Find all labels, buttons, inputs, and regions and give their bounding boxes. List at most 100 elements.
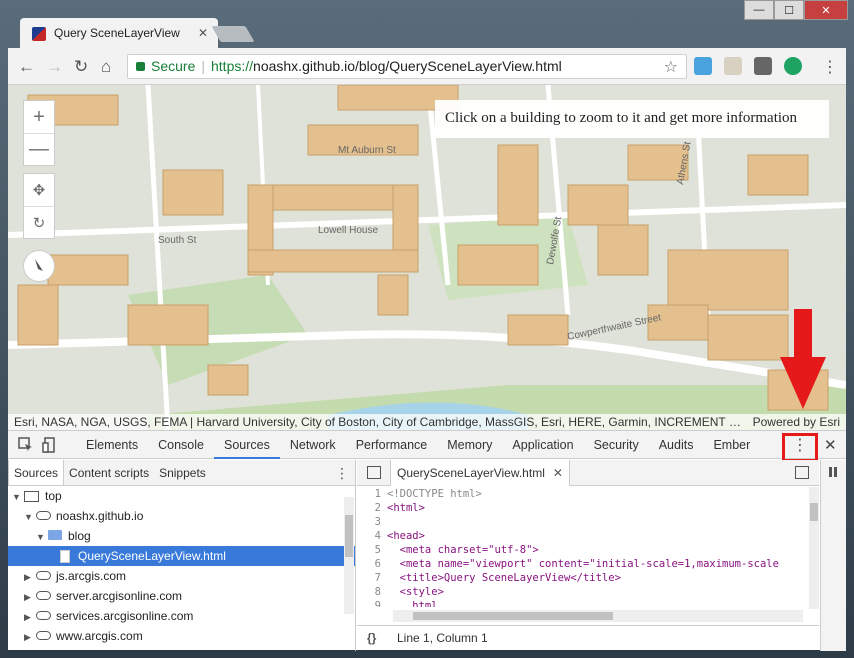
cloud-icon [36,511,51,520]
minimize-button[interactable]: — [744,0,774,20]
tree-item-domain[interactable]: ▶ js.arcgis.com [8,566,355,586]
cloud-extension-icon[interactable] [694,57,712,75]
pan-icon[interactable]: ✥ [24,174,54,206]
editor-hscrollbar[interactable] [393,610,803,622]
chrome-menu-icon[interactable]: ⋮ [822,57,838,77]
code-line[interactable]: 6 <meta name="viewport" content="initial… [357,557,807,571]
toggle-debugger-icon[interactable] [795,466,809,479]
line-number[interactable]: 4 [357,529,387,543]
device-toolbar-icon[interactable] [42,437,58,453]
info-panel: Click on a building to zoom to it and ge… [435,100,829,138]
tab-snippets[interactable]: Snippets [154,460,211,485]
code-text: <meta charset="utf-8"> [387,544,539,556]
back-arrow-icon[interactable]: ← [18,57,35,77]
reload-icon[interactable]: ↻ [74,57,88,77]
code-area[interactable]: 1 <!DOCTYPE html> 2 <html> 3 4 <head> 5 <meta c… [357,487,807,607]
rotate-icon[interactable]: ↻ [24,206,54,238]
expand-triangle-icon[interactable]: ▼ [24,507,36,527]
tab-ember[interactable]: Ember [703,431,760,459]
cloud-icon [36,591,51,600]
code-line[interactable]: 1 <!DOCTYPE html> [357,487,807,501]
tab-sources-nav[interactable]: Sources [8,460,65,485]
tab-close-icon[interactable]: ✕ [198,26,208,40]
expand-triangle-icon[interactable]: ▶ [24,627,36,647]
tab-memory[interactable]: Memory [437,431,502,459]
window-close-button[interactable]: ✕ [804,0,848,20]
tab-console[interactable]: Console [148,431,214,459]
editor-tab-close-icon[interactable]: ✕ [553,466,563,480]
toggle-navigator-icon[interactable] [367,466,381,479]
devtools-menu-button[interactable]: ⋮ [782,433,818,462]
extension-icon[interactable] [724,57,742,75]
devtools-close-icon[interactable]: ✕ [824,436,837,454]
zoom-in-button[interactable]: + [24,101,54,133]
code-text: <head> [387,530,425,542]
tree-label: noashx.github.io [56,509,144,523]
code-line[interactable]: 5 <meta charset="utf-8"> [357,543,807,557]
tab-performance[interactable]: Performance [346,431,438,459]
tree-item-file[interactable]: QuerySceneLayerView.html [8,546,355,566]
file-icon [60,550,70,564]
editor-tab-label: QuerySceneLayerView.html [397,466,545,480]
tab-elements[interactable]: Elements [76,431,148,459]
inspect-element-icon[interactable] [18,437,34,453]
pretty-print-button[interactable]: {} [367,626,376,650]
forward-arrow-icon[interactable]: → [46,57,63,77]
code-line[interactable]: 7 <title>Query SceneLayerView</title> [357,571,807,585]
tree-item-domain[interactable]: ▶ server.arcgisonline.com [8,586,355,606]
editor-tabs: QuerySceneLayerView.html ✕ [357,460,819,486]
attribution-bar: Esri, NASA, NGA, USGS, FEMA | Harvard Un… [8,414,846,430]
tab-audits[interactable]: Audits [649,431,704,459]
zoom-out-button[interactable]: — [24,133,54,165]
line-number[interactable]: 5 [357,543,387,557]
tree-item-domain[interactable]: ▶ www.arcgis.com [8,626,355,646]
scrollbar-thumb[interactable] [413,612,613,620]
editor-tab-file[interactable]: QuerySceneLayerView.html ✕ [390,460,570,486]
line-number[interactable]: 1 [357,487,387,501]
line-number[interactable]: 6 [357,557,387,571]
home-icon[interactable]: ⌂ [101,57,111,77]
address-bar[interactable]: Secure | https://noashx.github.io/blog/Que… [127,54,687,79]
code-line[interactable]: 8 <style> [357,585,807,599]
expand-triangle-icon[interactable]: ▶ [24,587,36,607]
code-line[interactable]: 4 <head> [357,529,807,543]
extension-icon[interactable] [754,57,772,75]
powered-by-link[interactable]: Powered by Esri [753,415,840,429]
tree-item-folder[interactable]: ▼ blog [8,526,355,546]
navigator-menu-icon[interactable]: ⋮ [335,465,349,482]
scrollbar-thumb[interactable] [810,503,818,521]
tab-network[interactable]: Network [280,431,346,459]
maximize-button[interactable]: ☐ [774,0,804,20]
tree-item-domain[interactable]: ▼ noashx.github.io [8,506,355,526]
grammarly-icon[interactable] [784,57,802,75]
tree-item-domain[interactable]: ▶ services.arcgisonline.com [8,606,355,626]
cloud-icon [36,631,51,640]
expand-triangle-icon[interactable]: ▶ [24,607,36,627]
scrollbar-thumb[interactable] [345,515,353,557]
scene-view[interactable]: Mt Auburn St South St Lowell House Dewol… [8,85,846,430]
expand-triangle-icon[interactable]: ▼ [12,487,24,507]
editor-vscrollbar[interactable] [809,487,819,609]
pause-icon[interactable] [829,467,837,477]
line-number[interactable]: 2 [357,501,387,515]
code-line[interactable]: 3 [357,515,807,529]
navigator-scrollbar[interactable] [344,497,354,614]
expand-triangle-icon[interactable]: ▼ [36,527,48,547]
expand-triangle-icon[interactable]: ▶ [24,567,36,587]
tab-security[interactable]: Security [584,431,649,459]
code-line[interactable]: 2 <html> [357,501,807,515]
tab-content-scripts[interactable]: Content scripts [64,460,154,485]
bookmark-star-icon[interactable]: ☆ [664,57,678,77]
browser-window: Query SceneLayerView ✕ — ☐ ✕ ← → ↻ ⌂ Sec… [0,0,854,658]
compass-icon[interactable] [23,250,55,282]
line-number[interactable]: 3 [357,515,387,529]
line-number[interactable]: 9 [357,599,387,607]
cloud-icon [36,571,51,580]
browser-tab[interactable]: Query SceneLayerView ✕ [20,18,218,48]
tree-item-top[interactable]: ▼ top [8,486,355,506]
line-number[interactable]: 7 [357,571,387,585]
tab-sources[interactable]: Sources [213,431,280,459]
tab-application[interactable]: Application [502,431,583,459]
line-number[interactable]: 8 [357,585,387,599]
code-line[interactable]: 9 html, [357,599,807,607]
